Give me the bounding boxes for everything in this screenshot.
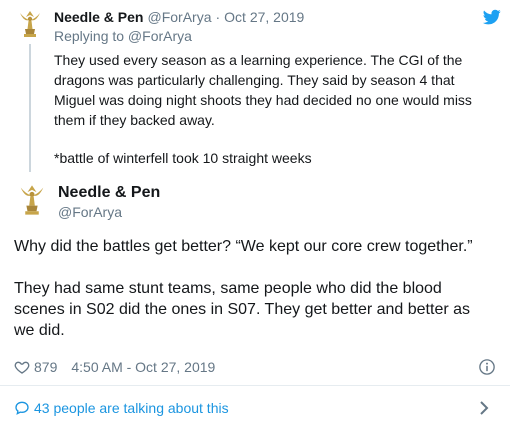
like-button[interactable]: 879 [14, 359, 71, 375]
parent-tweet-header: Needle & Pen @ForArya · Oct 27, 2019 [54, 8, 304, 26]
parent-text-paragraph: They used every season as a learning exp… [54, 52, 472, 128]
header-separator: · [215, 9, 221, 25]
parent-author-handle[interactable]: @ForArya [147, 9, 211, 25]
chevron-right-icon[interactable] [478, 400, 490, 416]
footer-divider [0, 385, 510, 386]
like-count: 879 [34, 359, 58, 375]
author-name[interactable]: Needle & Pen [58, 184, 160, 202]
tweet-meta-row: 879 4:50 AM - Oct 27, 2019 [14, 357, 496, 377]
speech-bubble-icon [15, 401, 29, 415]
tweet-text-paragraph: Why did the battles get better? “We kept… [14, 238, 473, 255]
conversation-link[interactable]: 43 people are talking about this [14, 398, 496, 418]
author-handle[interactable]: @ForArya [58, 204, 122, 220]
parent-author-name[interactable]: Needle & Pen [54, 9, 143, 25]
tweet-text: Why did the battles get better? “We kept… [14, 236, 492, 341]
tweet-timestamp[interactable]: 4:50 AM - Oct 27, 2019 [71, 359, 215, 375]
twitter-bird-icon[interactable] [482, 8, 502, 26]
tweet-text-paragraph: They had same stunt teams, same people w… [14, 280, 471, 339]
parent-tweet-text: They used every season as a learning exp… [54, 50, 494, 168]
emmy-statuette-avatar[interactable] [14, 8, 46, 40]
parent-text-paragraph: *battle of winterfell took 10 straight w… [54, 150, 312, 166]
parent-tweet-date[interactable]: Oct 27, 2019 [224, 9, 304, 25]
info-icon[interactable] [478, 358, 496, 376]
talking-about-text[interactable]: 43 people are talking about this [34, 400, 229, 416]
thread-connector-line [29, 44, 31, 172]
embedded-tweet-card: Needle & Pen @ForArya · Oct 27, 2019 Rep… [0, 0, 510, 423]
heart-icon [14, 361, 30, 374]
emmy-statuette-avatar[interactable] [14, 182, 50, 218]
replying-to-label: Replying to @ForArya [54, 28, 192, 44]
